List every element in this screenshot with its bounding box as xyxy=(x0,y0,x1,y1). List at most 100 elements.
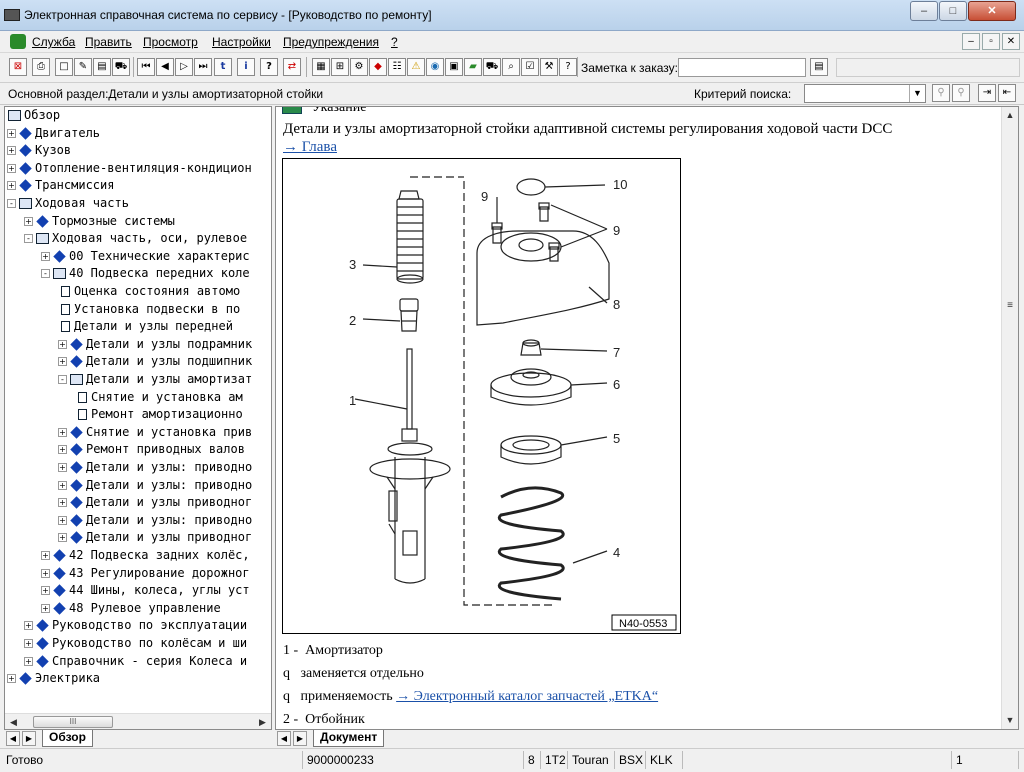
search-icon[interactable]: ⌕ xyxy=(502,58,520,76)
scroll-left-icon[interactable]: ◀ xyxy=(5,714,22,729)
jump-icon[interactable]: t xyxy=(214,58,232,76)
tree-node[interactable]: - Детали и узлы амортизат xyxy=(58,371,252,388)
component-icon[interactable]: ⚙ xyxy=(350,58,368,76)
first-page-icon[interactable]: ⏮ xyxy=(137,58,155,76)
table-icon[interactable]: ☷ xyxy=(388,58,406,76)
tree-node[interactable]: + Детали и узлы: приводно xyxy=(58,459,252,476)
scroll-down-icon[interactable]: ▼ xyxy=(1002,712,1018,729)
checklist-icon[interactable]: ☑ xyxy=(521,58,539,76)
note-input[interactable] xyxy=(678,58,806,77)
tree-hscrollbar[interactable]: ◀ III ▶ xyxy=(5,713,271,729)
expand-icon[interactable]: + xyxy=(58,515,67,525)
tree-node[interactable]: + Детали и узлы подрамник xyxy=(58,336,252,353)
expand-icon[interactable]: + xyxy=(41,586,50,596)
tree-node[interactable]: + Электрика xyxy=(7,670,100,687)
tree-node[interactable]: + Двигатель xyxy=(7,125,100,142)
collapse-icon[interactable]: - xyxy=(7,199,16,208)
mdi-restore-button[interactable]: ▫ xyxy=(982,33,1000,50)
collapse-icon[interactable]: - xyxy=(58,375,67,384)
expand-icon[interactable]: + xyxy=(58,357,67,367)
collapse-icon[interactable]: - xyxy=(24,234,33,244)
note-edit-icon[interactable]: ▤ xyxy=(810,58,828,76)
expand-icon[interactable]: + xyxy=(7,674,16,684)
tab-document[interactable]: Документ xyxy=(313,730,385,747)
print-icon[interactable]: ⎙ xyxy=(32,58,50,76)
new-doc-icon[interactable]: □ xyxy=(55,58,73,76)
scroll-thumb[interactable]: III xyxy=(33,716,113,728)
chevron-down-icon[interactable]: ▼ xyxy=(909,85,925,102)
prev-page-icon[interactable]: ◀ xyxy=(156,58,174,76)
expand-icon[interactable]: + xyxy=(58,445,67,455)
expand-right-icon[interactable]: ⇤ xyxy=(998,84,1016,102)
expand-icon[interactable]: + xyxy=(7,163,16,173)
car-icon[interactable]: ⛟ xyxy=(112,58,130,76)
tree-node[interactable]: +44 Шины, колеса, углы уст xyxy=(41,582,250,599)
scroll-up-icon[interactable]: ▲ xyxy=(1002,107,1018,124)
doc-tab-prev-icon[interactable]: ◀ xyxy=(277,731,291,746)
expand-icon[interactable]: + xyxy=(7,181,16,191)
search-clear-icon[interactable]: ⚲ xyxy=(952,84,970,102)
close-button[interactable]: ✕ xyxy=(968,1,1016,21)
edit-doc-icon[interactable]: ✎ xyxy=(74,58,92,76)
tab-next-icon[interactable]: ▶ xyxy=(22,731,36,746)
last-page-icon[interactable]: ⏭ xyxy=(194,58,212,76)
tree-node[interactable]: +42 Подвеска задних колёс, xyxy=(41,547,250,564)
tree-node[interactable]: + Кузов xyxy=(7,142,71,159)
vehicle-icon[interactable]: ⛟ xyxy=(483,58,501,76)
expand-icon[interactable]: + xyxy=(41,603,50,613)
criteria-combo[interactable]: ▼ xyxy=(804,84,926,103)
doc-tab-next-icon[interactable]: ▶ xyxy=(293,731,307,746)
print-preview-icon[interactable]: ⊞ xyxy=(331,58,349,76)
tree-node[interactable]: + Руководство по эксплуатации xyxy=(24,617,247,634)
expand-icon[interactable]: + xyxy=(24,639,33,648)
expand-icon[interactable]: + xyxy=(41,551,50,560)
menu-settings[interactable]: Настройки xyxy=(212,35,271,49)
tab-prev-icon[interactable]: ◀ xyxy=(6,731,20,746)
menu-service[interactable]: Служба xyxy=(32,35,75,49)
warning-icon[interactable]: ⚠ xyxy=(407,58,425,76)
expand-icon[interactable]: + xyxy=(7,128,16,138)
globe-icon[interactable]: ◉ xyxy=(426,58,444,76)
tree-node[interactable]: - 40 Подвеска передних коле xyxy=(41,265,250,282)
expand-icon[interactable]: + xyxy=(58,427,67,437)
tree-node[interactable]: Оценка состояния автомо xyxy=(58,283,240,300)
tree-node[interactable]: Детали и узлы передней xyxy=(58,318,233,335)
menu-view[interactable]: Просмотр xyxy=(143,35,198,49)
swap-icon[interactable]: ⇄ xyxy=(283,58,301,76)
exit-icon[interactable]: ⊠ xyxy=(9,58,27,76)
document-vscrollbar[interactable]: ▲ ≡ ▼ xyxy=(1001,107,1018,729)
tree-node[interactable]: - Ходовая часть, оси, рулевое xyxy=(24,230,247,247)
menu-edit[interactable]: Править xyxy=(85,35,132,49)
tree-node[interactable]: +00 Технические характерис xyxy=(41,248,250,265)
next-page-icon[interactable]: ▷ xyxy=(175,58,193,76)
tree-node[interactable]: + Руководство по колёсам и ши xyxy=(24,635,247,652)
form-icon[interactable]: ▣ xyxy=(445,58,463,76)
tree-node[interactable]: Установка подвески в по xyxy=(58,301,240,318)
book-icon[interactable]: ▰ xyxy=(464,58,482,76)
tree-node[interactable]: + Ремонт приводных валов xyxy=(58,441,245,458)
search-filter-icon[interactable]: ⚲ xyxy=(932,84,950,102)
scroll-grip[interactable]: ≡ xyxy=(1002,297,1018,314)
collapse-icon[interactable]: - xyxy=(41,269,50,279)
expand-icon[interactable]: + xyxy=(24,216,33,226)
expand-icon[interactable]: + xyxy=(24,656,33,666)
diamond-icon[interactable]: ◆ xyxy=(369,58,387,76)
expand-icon[interactable]: + xyxy=(58,339,67,349)
tree-node[interactable]: +48 Рулевое управление xyxy=(41,600,221,617)
expand-icon[interactable]: + xyxy=(41,251,50,261)
doc-list-icon[interactable]: ▤ xyxy=(93,58,111,76)
tree-node[interactable]: + Снятие и установка прив xyxy=(58,424,252,441)
calc-icon[interactable]: ▦ xyxy=(312,58,330,76)
tree-node[interactable]: + Детали и узлы подшипник xyxy=(58,353,252,370)
tree-node[interactable]: + Тормозные системы xyxy=(24,213,175,230)
tree-view[interactable]: Обзор + Двигатель + Кузов + Отопление-вентиляц… xyxy=(5,107,271,713)
menu-help[interactable]: ? xyxy=(391,35,398,49)
expand-icon[interactable]: + xyxy=(58,498,67,508)
tree-node[interactable]: Обзор xyxy=(7,107,60,124)
tab-overview[interactable]: Обзор xyxy=(42,730,93,747)
mdi-minimize-button[interactable]: – xyxy=(962,33,980,50)
expand-icon[interactable]: + xyxy=(24,621,33,631)
menu-warnings[interactable]: Предупреждения xyxy=(283,35,379,49)
tools-icon[interactable]: ⚒ xyxy=(540,58,558,76)
tree-node[interactable]: + Детали и узлы приводног xyxy=(58,494,252,511)
